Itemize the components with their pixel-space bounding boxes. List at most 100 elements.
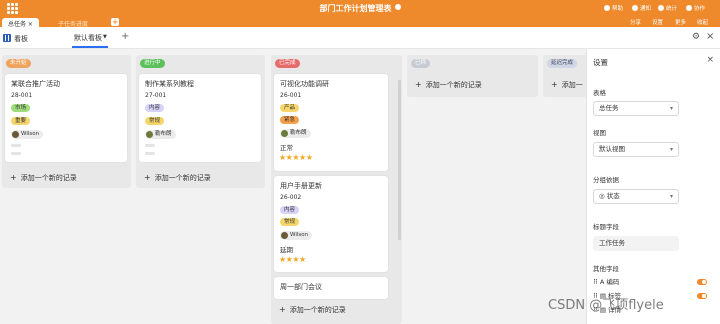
- avatar: [146, 131, 153, 138]
- assignee: 勒布朗: [280, 129, 311, 138]
- tag-content: 内容: [280, 206, 300, 214]
- avatar: [12, 131, 19, 138]
- chevron-down-icon: ▾: [669, 193, 673, 200]
- kanban-column-not-started: 未开始 某联合推广活动 28-001 市场 重要 Wilson + 添加一个新的记…: [2, 55, 131, 188]
- kanban-card[interactable]: 周一部门会议: [274, 277, 388, 299]
- tag-regular: 常规: [280, 218, 300, 226]
- view-type-label: 看板: [14, 35, 28, 43]
- add-record-button[interactable]: + 添加一个新的记录: [415, 80, 482, 90]
- status-badge: 已称: [411, 59, 431, 68]
- table-select[interactable]: 总任务 ▾: [593, 101, 679, 116]
- empty-field: [145, 152, 155, 155]
- card-title: 用户手册更新: [280, 182, 322, 190]
- tag-regular: 常规: [145, 117, 165, 125]
- field-toggle[interactable]: [697, 279, 707, 285]
- title-field-label: 标题字段: [593, 223, 619, 231]
- close-icon[interactable]: ×: [706, 55, 714, 65]
- status-badge: 已完成: [275, 59, 300, 68]
- help-icon: [604, 5, 610, 11]
- add-record-button[interactable]: + 添加一: [551, 80, 583, 90]
- field-toggle[interactable]: [697, 293, 707, 299]
- assignee: Wilson: [11, 130, 44, 139]
- other-fields-label: 其他字段: [593, 265, 619, 273]
- group-select[interactable]: ◎ 状态 ▾: [593, 189, 679, 204]
- top-bar: 部门工作计划管理表 帮助 通知 统计 协作: [0, 0, 720, 17]
- help-button[interactable]: 帮助: [604, 4, 623, 12]
- collab-button[interactable]: 协作: [686, 4, 705, 12]
- chevron-down-icon: ▾: [669, 105, 673, 112]
- drag-handle-icon[interactable]: ⠿: [593, 278, 600, 286]
- empty-field: [11, 152, 21, 155]
- more-button[interactable]: 更多: [675, 18, 686, 26]
- rating-stars: ★★★★★: [279, 153, 313, 162]
- status-field-icon: ◎: [599, 192, 607, 200]
- view-select[interactable]: 默认视图 ▾: [593, 142, 679, 157]
- settings-panel: 设置 × 表格 总任务 ▾ 视图 默认视图 ▾ 分组依据 ◎ 状态 ▾ 标题字段 工作…: [586, 49, 720, 324]
- assignee: 勒布朗: [145, 130, 176, 139]
- avatar: [281, 232, 288, 239]
- card-title: 制作某系列教程: [145, 80, 194, 88]
- progress-status: 延期: [280, 246, 293, 254]
- kanban-column-done: 已完成 可视化功能调研 26-001 产品 紧急 勒布朗 正常 ★★★★★ 用户…: [271, 55, 402, 324]
- kanban-card[interactable]: 某联合推广活动 28-001 市场 重要 Wilson: [5, 74, 127, 162]
- avatar: [281, 130, 288, 137]
- view-bar: 看板 默认看板 ▼ + ⚙ ×: [0, 27, 720, 49]
- kanban-card[interactable]: 制作某系列教程 27-001 内容 常规 勒布朗: [139, 74, 261, 162]
- add-view-button[interactable]: +: [121, 31, 129, 42]
- close-icon[interactable]: ×: [706, 31, 714, 42]
- chevron-down-icon: ▾: [669, 146, 673, 153]
- tab-total-tasks[interactable]: 总任务 ×: [2, 18, 39, 28]
- card-title: 可视化功能调研: [280, 80, 329, 88]
- card-id: 26-002: [280, 194, 302, 201]
- card-title: 某联合推广活动: [11, 80, 60, 88]
- collapse-button[interactable]: 收起: [697, 18, 708, 26]
- stats-button[interactable]: 统计: [658, 4, 677, 12]
- column-scrollbar[interactable]: [398, 80, 401, 240]
- status-badge: 延迟完成: [547, 59, 578, 68]
- card-id: 26-001: [280, 92, 302, 99]
- kanban-card[interactable]: 用户手册更新 26-002 内容 常规 Wilson 延期 ★★★★: [274, 176, 388, 272]
- active-tab-underline: [72, 46, 108, 48]
- kanban-card[interactable]: 可视化功能调研 26-001 产品 紧急 勒布朗 正常 ★★★★★: [274, 74, 388, 171]
- status-badge: 进行中: [140, 59, 165, 68]
- tag-product: 产品: [280, 104, 300, 112]
- tag-market: 市场: [11, 104, 31, 112]
- title-field-value[interactable]: 工作任务: [593, 236, 679, 251]
- card-title: 周一部门会议: [280, 283, 322, 291]
- view-tab-default[interactable]: 默认看板: [74, 33, 102, 43]
- card-id: 27-001: [145, 92, 167, 99]
- share-button[interactable]: 分享: [630, 18, 641, 26]
- tag-important: 重要: [11, 117, 31, 125]
- chart-icon: [658, 5, 664, 11]
- info-icon[interactable]: [394, 4, 401, 10]
- sheet-tabs: 总任务 × 子任务进度 + 分享 设置 更多 收起: [0, 17, 720, 28]
- kanban-column-called: 已称 + 添加一个新的记录: [407, 55, 538, 97]
- progress-status: 正常: [280, 144, 293, 152]
- kanban-column-delayed: 延迟完成 + 添加一: [543, 55, 587, 97]
- view-label: 视图: [593, 129, 606, 137]
- card-id: 28-001: [11, 92, 33, 99]
- tab-subtask-progress[interactable]: 子任务进度: [52, 18, 94, 28]
- status-badge: 未开始: [6, 59, 31, 68]
- settings-button[interactable]: 设置: [652, 18, 663, 26]
- group-label: 分组依据: [593, 176, 619, 184]
- tag-content: 内容: [145, 104, 165, 112]
- user-icon: [686, 5, 692, 11]
- add-record-button[interactable]: + 添加一个新的记录: [10, 173, 77, 183]
- rating-stars: ★★★★: [279, 255, 306, 264]
- panel-title: 设置: [593, 58, 608, 67]
- add-tab-button[interactable]: +: [111, 18, 119, 26]
- add-record-button[interactable]: + 添加一个新的记录: [144, 173, 211, 183]
- tag-urgent: 紧急: [280, 116, 300, 124]
- kanban-icon: [3, 34, 11, 42]
- gear-icon[interactable]: ⚙: [692, 32, 700, 42]
- assignee: Wilson: [280, 231, 313, 240]
- empty-field: [145, 144, 155, 147]
- table-label: 表格: [593, 89, 606, 97]
- field-row-code[interactable]: ⠿ A 编码: [593, 278, 707, 287]
- notify-button[interactable]: 通知: [632, 4, 651, 12]
- chevron-down-icon[interactable]: ▼: [103, 34, 107, 40]
- add-record-button[interactable]: + 添加一个新的记录: [279, 305, 346, 315]
- empty-field: [11, 144, 21, 147]
- bell-icon: [632, 5, 638, 11]
